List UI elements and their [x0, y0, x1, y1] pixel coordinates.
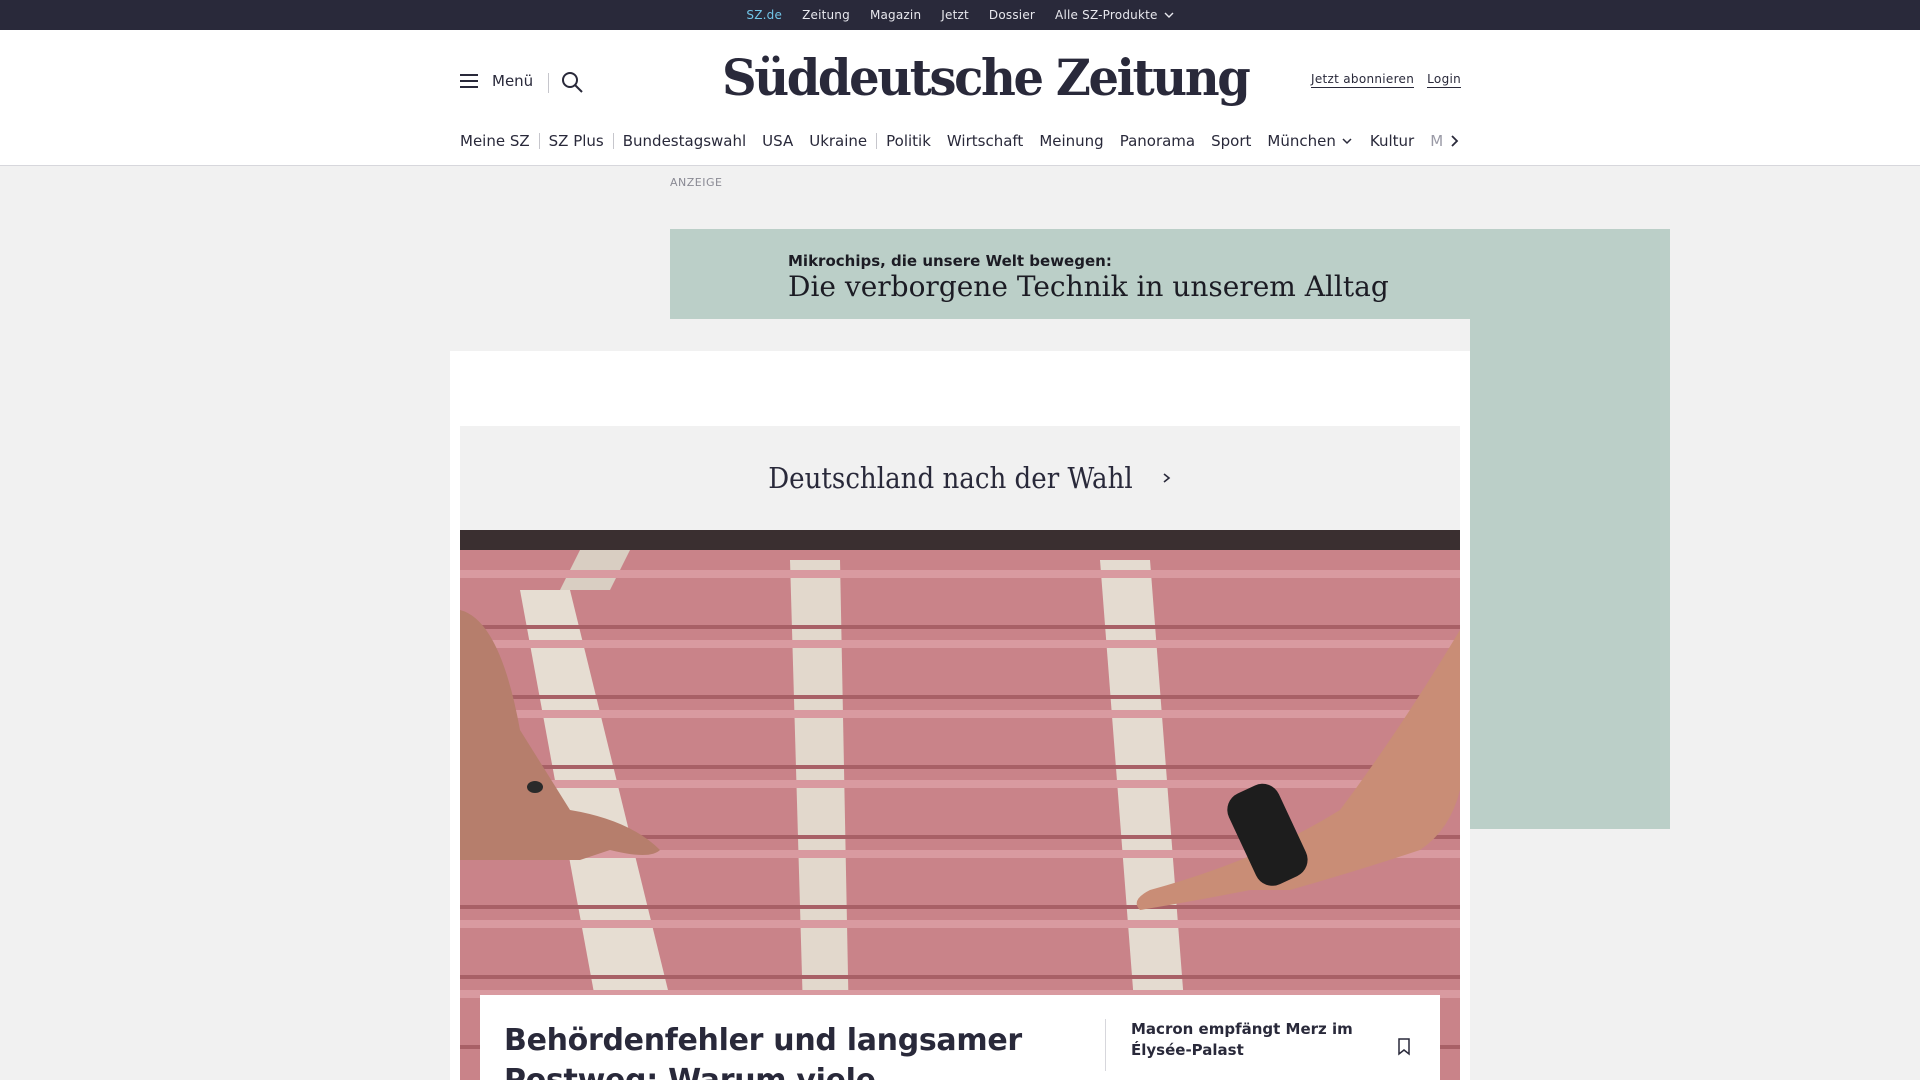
hamburger-icon [460, 74, 478, 88]
section-title: Deutschland nach der Wahl [768, 461, 1134, 495]
ad-label: ANZEIGE [670, 176, 723, 189]
site-logo[interactable]: Süddeutsche Zeitung [722, 48, 1251, 107]
nav-divider [876, 133, 878, 149]
chevron-right-icon [1450, 135, 1458, 147]
nav-divider [538, 133, 540, 149]
nav-item-meine-sz[interactable]: Meine SZ [460, 132, 530, 150]
search-icon[interactable] [561, 71, 583, 93]
topbar-link-dossier[interactable]: Dossier [989, 8, 1035, 22]
nav-divider [612, 133, 614, 149]
topbar-link-szde[interactable]: SZ.de [746, 8, 782, 22]
nav-item-more[interactable]: M [1430, 132, 1443, 150]
nav-item-ukraine[interactable]: Ukraine [809, 132, 867, 150]
nav-item-kultur[interactable]: Kultur [1370, 132, 1414, 150]
site-header: Menü Süddeutsche Zeitung Jetzt abonniere… [0, 30, 1920, 166]
lead-headline[interactable]: Behördenfehler und langsamer Postweg: Wa… [504, 1021, 1044, 1080]
menu-label: Menü [492, 72, 534, 90]
ad-kicker[interactable]: Mikrochips, die unsere Welt bewegen: [788, 252, 1112, 270]
topbar-link-jetzt[interactable]: Jetzt [941, 8, 969, 22]
lead-teaser-card[interactable]: Behördenfehler und langsamer Postweg: Wa… [480, 995, 1440, 1080]
nav-item-panorama[interactable]: Panorama [1120, 132, 1195, 150]
ad-title[interactable]: Die verborgene Technik in unserem Alltag [788, 270, 1389, 303]
menu-button[interactable]: Menü [460, 72, 533, 90]
nav-scroll-right-button[interactable] [1446, 131, 1462, 151]
nav-item-muenchen[interactable]: München [1267, 132, 1353, 150]
teaser-divider [1105, 1019, 1106, 1071]
top-bar: SZ.de Zeitung Magazin Jetzt Dossier Alle… [0, 0, 1920, 30]
topbar-products-label: Alle SZ-Produkte [1055, 8, 1158, 22]
account-links: Jetzt abonnieren Login [1311, 72, 1462, 88]
topbar-link-magazin[interactable]: Magazin [870, 8, 921, 22]
chevron-down-icon [1342, 138, 1352, 145]
login-link[interactable]: Login [1427, 72, 1462, 88]
chevron-right-icon [1163, 473, 1170, 483]
topbar-products-dropdown[interactable]: Alle SZ-Produkte [1055, 8, 1174, 22]
main-nav: Meine SZ SZ Plus Bundestagswahl USA Ukra… [460, 130, 1460, 152]
nav-item-muenchen-label: München [1267, 132, 1336, 150]
ad-skyscraper[interactable] [1470, 229, 1670, 829]
bookmark-icon[interactable] [1397, 1038, 1411, 1056]
side-headline[interactable]: Macron empfängt Merz im Élysée-Palast [1131, 1019, 1391, 1061]
section-banner-link[interactable]: Deutschland nach der Wahl [460, 426, 1460, 530]
subscribe-link[interactable]: Jetzt abonnieren [1311, 72, 1415, 88]
nav-item-usa[interactable]: USA [762, 132, 793, 150]
nav-item-meinung[interactable]: Meinung [1039, 132, 1103, 150]
topbar-link-zeitung[interactable]: Zeitung [802, 8, 850, 22]
nav-item-sport[interactable]: Sport [1211, 132, 1251, 150]
chevron-down-icon [1164, 12, 1174, 18]
nav-item-wirtschaft[interactable]: Wirtschaft [947, 132, 1023, 150]
nav-item-sz-plus[interactable]: SZ Plus [549, 132, 604, 150]
nav-item-bundestagswahl[interactable]: Bundestagswahl [623, 132, 746, 150]
nav-item-politik[interactable]: Politik [886, 132, 931, 150]
header-divider [548, 73, 549, 93]
